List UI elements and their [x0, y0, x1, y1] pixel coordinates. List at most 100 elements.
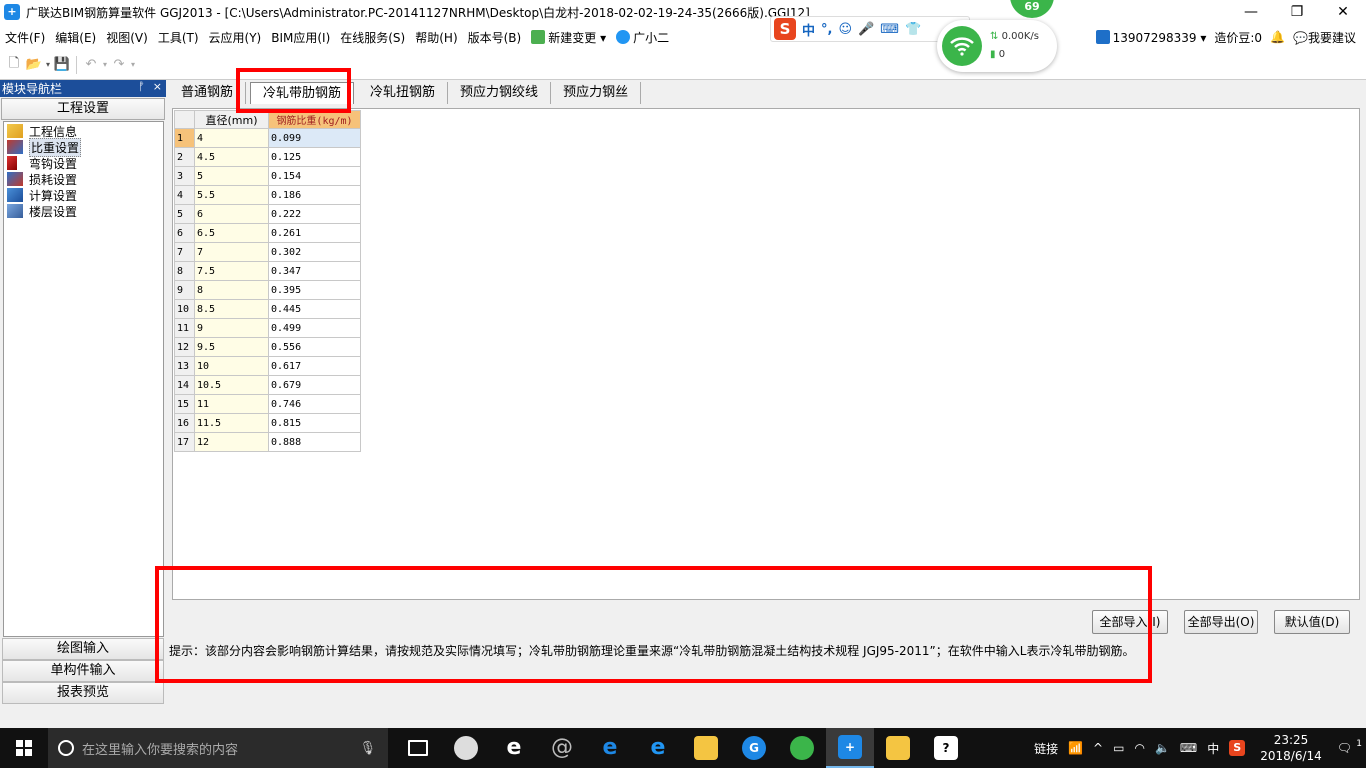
density-cell[interactable]: 0.302 [268, 242, 361, 262]
redo-dropdown-icon[interactable]: ▾ [129, 55, 137, 75]
tab-cold-rolled-twisted[interactable]: 冷轧扭钢筋 [358, 82, 449, 104]
menu-new-change[interactable]: 新建变更 ▾ [526, 29, 611, 46]
menu-edit[interactable]: 编辑(E) [50, 29, 101, 46]
density-cell[interactable]: 0.186 [268, 185, 361, 205]
diameter-cell[interactable]: 8.5 [194, 299, 269, 319]
diameter-cell[interactable]: 12 [194, 432, 269, 452]
nav-close-icon[interactable]: × [153, 80, 162, 93]
nav-report-preview[interactable]: 报表预览 [2, 682, 164, 704]
restore-button[interactable]: ❐ [1274, 0, 1320, 24]
table-row[interactable]: 15 11 0.746 [174, 394, 361, 414]
table-row[interactable]: 2 4.5 0.125 [174, 147, 361, 167]
table-row[interactable]: 6 6.5 0.261 [174, 223, 361, 243]
tree-item-project-info[interactable]: 工程信息 [4, 123, 163, 139]
density-cell[interactable]: 0.222 [268, 204, 361, 224]
ime-punct-toggle[interactable]: °, [821, 22, 832, 37]
ime-emoji-button[interactable]: ☺ [838, 22, 852, 37]
minimize-button[interactable]: — [1228, 0, 1274, 24]
table-row[interactable]: 1 4 0.099 [174, 128, 361, 148]
diameter-cell[interactable]: 10.5 [194, 375, 269, 395]
ie-blue-icon[interactable]: e [634, 728, 682, 768]
tree-item-floor[interactable]: 楼层设置 [4, 203, 163, 219]
glodon-app-icon[interactable]: + [826, 728, 874, 768]
diameter-cell[interactable]: 9 [194, 318, 269, 338]
table-row[interactable]: 13 10 0.617 [174, 356, 361, 376]
close-button[interactable]: ✕ [1320, 0, 1366, 24]
diameter-cell[interactable]: 11.5 [194, 413, 269, 433]
tray-sogou-icon[interactable]: S [1224, 740, 1250, 756]
keyboard-icon[interactable]: ⌨ [880, 22, 899, 37]
microphone-icon[interactable]: 🎙 [359, 741, 376, 756]
table-row[interactable]: 12 9.5 0.556 [174, 337, 361, 357]
diameter-cell[interactable]: 5 [194, 166, 269, 186]
ie-browser-icon[interactable]: e [490, 728, 538, 768]
tray-volume-icon[interactable]: 🔈 [1150, 741, 1175, 755]
table-row[interactable]: 17 12 0.888 [174, 432, 361, 452]
bell-icon[interactable]: 🔔 [1266, 30, 1289, 44]
ime-lang-toggle[interactable]: 中 [802, 20, 815, 39]
sogou-logo-icon[interactable]: S [774, 18, 796, 40]
tab-ordinary-rebar[interactable]: 普通钢筋 [169, 82, 247, 104]
tray-keyboard-icon[interactable]: ⌨ [1175, 741, 1202, 755]
pin-icon[interactable]: ᚡ [138, 80, 145, 93]
task-view-icon[interactable] [394, 728, 442, 768]
suggest-button[interactable]: 💬我要建议 [1289, 29, 1360, 46]
menu-cloud[interactable]: 云应用(Y) [204, 29, 267, 46]
edge-browser-icon[interactable]: e [586, 728, 634, 768]
tab-prestressed-strand[interactable]: 预应力钢绞线 [448, 82, 552, 104]
network-speed-widget[interactable]: ⇅ 0.00K/s ▮ 0 [937, 20, 1057, 72]
tree-item-calculation[interactable]: 计算设置 [4, 187, 163, 203]
tree-item-hook[interactable]: 弯钩设置 [4, 155, 163, 171]
nav-drawing-input[interactable]: 绘图输入 [2, 638, 164, 660]
menu-online[interactable]: 在线服务(S) [335, 29, 410, 46]
save-icon[interactable]: 💾 [52, 55, 72, 75]
tab-prestressed-wire[interactable]: 预应力钢丝 [551, 82, 642, 104]
table-row[interactable]: 9 8 0.395 [174, 280, 361, 300]
notes-app-icon[interactable] [874, 728, 922, 768]
notification-center-icon[interactable]: 🗨 1 [1332, 739, 1366, 755]
density-cell[interactable]: 0.499 [268, 318, 361, 338]
density-cell[interactable]: 0.125 [268, 147, 361, 167]
taskbar-clock[interactable]: 23:25 2018/6/14 [1250, 732, 1332, 764]
table-row[interactable]: 3 5 0.154 [174, 166, 361, 186]
account-menu[interactable]: 13907298339 ▾ [1092, 29, 1211, 45]
diameter-cell[interactable]: 9.5 [194, 337, 269, 357]
menu-tools[interactable]: 工具(T) [153, 29, 204, 46]
tray-ime-lang[interactable]: 中 [1202, 740, 1224, 757]
menu-version[interactable]: 版本号(B) [463, 29, 527, 46]
shirt-icon[interactable]: 👕 [905, 22, 921, 37]
diameter-cell[interactable]: 5.5 [194, 185, 269, 205]
density-cell[interactable]: 0.099 [268, 128, 361, 148]
density-cell[interactable]: 0.815 [268, 413, 361, 433]
microphone-icon[interactable]: 🎤 [858, 22, 874, 37]
diameter-cell[interactable]: 8 [194, 280, 269, 300]
undo-icon[interactable]: ↶ [81, 55, 101, 75]
table-row[interactable]: 8 7.5 0.347 [174, 261, 361, 281]
density-cell[interactable]: 0.888 [268, 432, 361, 452]
density-cell[interactable]: 0.395 [268, 280, 361, 300]
diameter-cell[interactable]: 6 [194, 204, 269, 224]
table-row[interactable]: 14 10.5 0.679 [174, 375, 361, 395]
tree-item-loss[interactable]: 损耗设置 [4, 171, 163, 187]
table-row[interactable]: 11 9 0.499 [174, 318, 361, 338]
green-browser-icon[interactable] [778, 728, 826, 768]
table-row[interactable]: 7 7 0.302 [174, 242, 361, 262]
density-cell[interactable]: 0.154 [268, 166, 361, 186]
menu-help[interactable]: 帮助(H) [410, 29, 462, 46]
diameter-cell[interactable]: 4.5 [194, 147, 269, 167]
nav-section-project-settings[interactable]: 工程设置 [1, 98, 165, 120]
density-cell[interactable]: 0.679 [268, 375, 361, 395]
taskbar-search[interactable]: 在这里输入你要搜索的内容 🎙 [48, 728, 388, 768]
tray-network-icon[interactable]: ◠ [1129, 741, 1149, 755]
density-cell[interactable]: 0.746 [268, 394, 361, 414]
diameter-cell[interactable]: 4 [194, 128, 269, 148]
diameter-cell[interactable]: 10 [194, 356, 269, 376]
menu-guangxiaoer[interactable]: 广小二 [611, 29, 674, 46]
density-cell[interactable]: 0.445 [268, 299, 361, 319]
density-cell[interactable]: 0.556 [268, 337, 361, 357]
density-cell[interactable]: 0.347 [268, 261, 361, 281]
diameter-cell[interactable]: 7 [194, 242, 269, 262]
spiral-app-icon[interactable]: @ [538, 728, 586, 768]
tree-item-density[interactable]: 比重设置 [4, 137, 163, 157]
diameter-cell[interactable]: 6.5 [194, 223, 269, 243]
